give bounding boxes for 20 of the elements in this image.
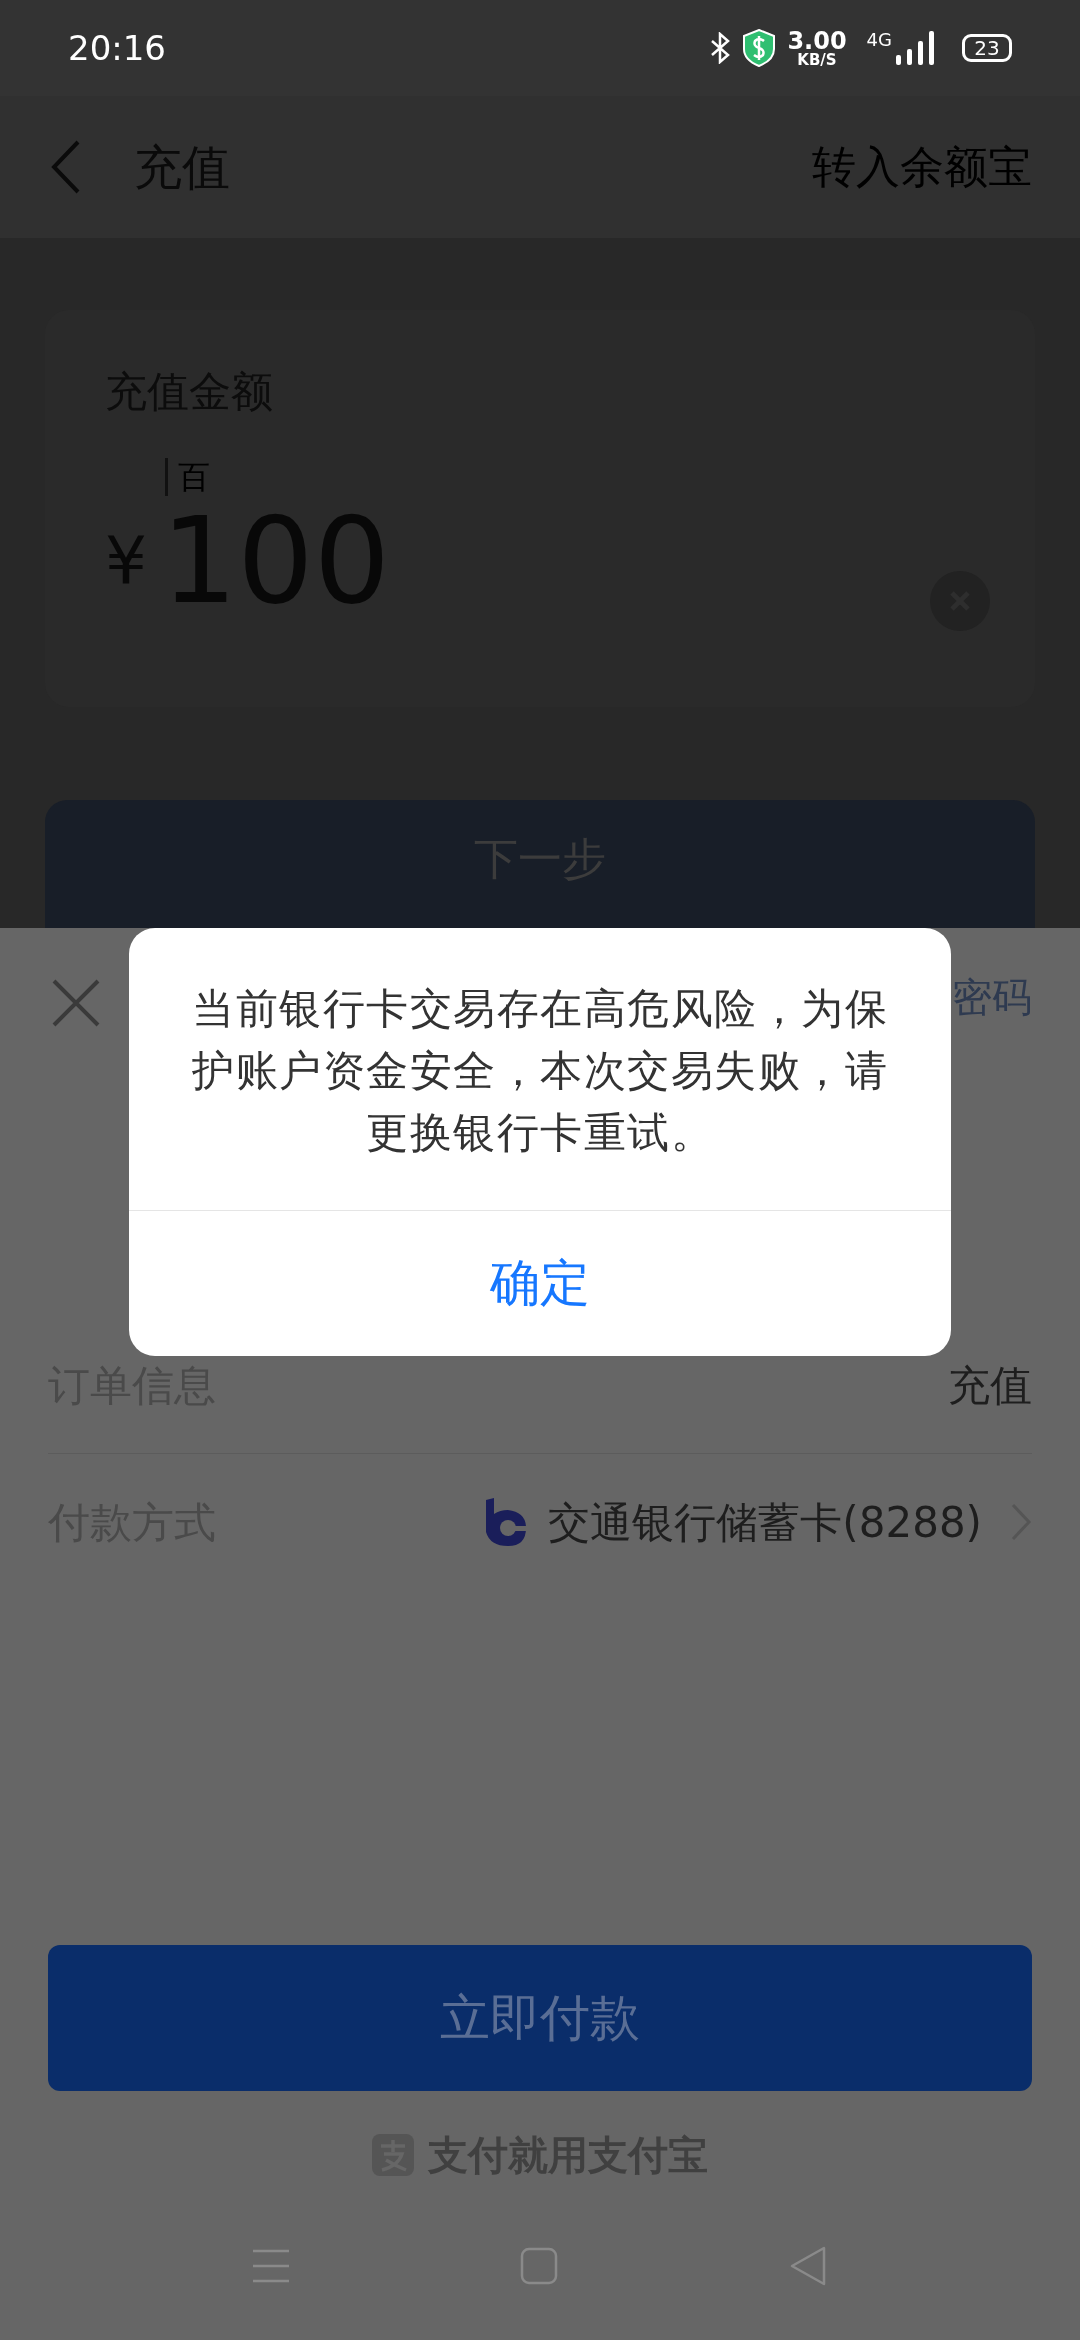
back-icon[interactable] — [50, 139, 82, 195]
signal-icon — [896, 31, 936, 65]
network-type: 4G — [866, 31, 892, 49]
home-icon[interactable] — [520, 2247, 558, 2285]
dialog-message: 当前银行卡交易存在高危风险，为保护账户资金安全，本次交易失败，请更换银行卡重试。 — [191, 983, 889, 1159]
close-icon[interactable] — [52, 979, 100, 1027]
battery-indicator: 23 — [962, 34, 1012, 62]
row-value: 充值 — [948, 1360, 1032, 1412]
confirm-button[interactable]: 确定 — [129, 1210, 951, 1356]
status-time: 20:16 — [68, 26, 166, 70]
bluetooth-icon — [709, 32, 732, 64]
pay-now-button[interactable]: 立即付款 — [48, 1945, 1032, 2091]
back-nav-icon[interactable] — [788, 2245, 828, 2287]
payment-method[interactable]: 交通银行储蓄卡(8288) — [548, 1490, 982, 1554]
currency-symbol: ¥ — [105, 521, 147, 602]
menu-icon[interactable] — [252, 2249, 290, 2283]
network-speed: 3.00 — [787, 28, 847, 53]
shield-icon — [743, 29, 776, 67]
password-link[interactable]: 密码 — [952, 967, 1032, 1027]
speed-unit: KB/S — [797, 52, 837, 68]
